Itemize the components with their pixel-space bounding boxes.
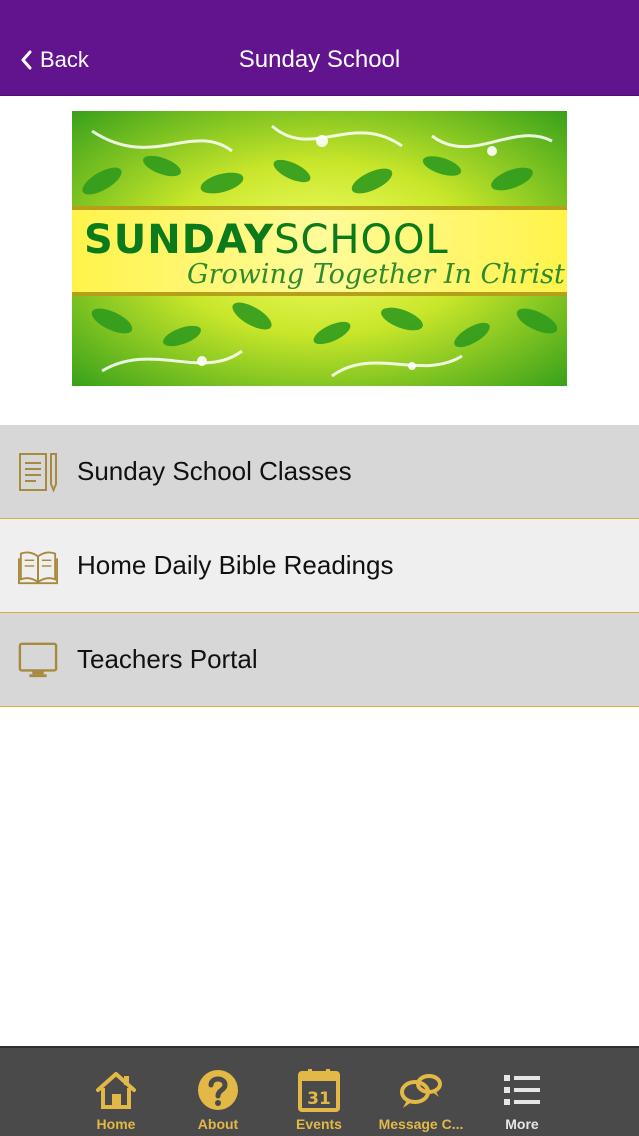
tab-label: Message C... [378,1116,464,1132]
navigation-bar: Back Sunday School [0,0,639,96]
monitor-icon [18,638,58,682]
tab-bar: Home About 31 Events Message C... More [0,1046,639,1136]
tab-message-center[interactable]: Message C... [366,1048,476,1136]
sunday-school-banner: SUNDAYSCHOOL Growing Together In Christ [72,111,567,386]
tab-label: Events [296,1116,342,1132]
tab-about[interactable]: About [163,1048,273,1136]
menu-item-sunday-school-classes[interactable]: Sunday School Classes [0,425,639,519]
menu-item-label: Home Daily Bible Readings [77,550,394,580]
menu-item-teachers-portal[interactable]: Teachers Portal [0,613,639,707]
menu-item-label: Sunday School Classes [77,456,352,486]
tab-label: More [505,1116,539,1132]
chat-bubbles-icon [399,1068,443,1112]
calendar-day: 31 [307,1089,331,1109]
question-icon [197,1068,239,1112]
menu-item-home-daily-bible-readings[interactable]: Home Daily Bible Readings [0,519,639,613]
list-icon [502,1068,542,1112]
page-title: Sunday School [238,46,401,73]
menu-item-label: Teachers Portal [77,644,258,674]
home-icon [94,1068,138,1112]
banner-heading-light: SCHOOL [274,217,449,263]
open-book-icon [18,544,58,588]
tab-home[interactable]: Home [61,1048,171,1136]
banner-tagline: Growing Together In Christ [187,259,565,290]
tab-more[interactable]: More [467,1048,577,1136]
tab-label: About [197,1116,239,1132]
document-pencil-icon [18,450,58,494]
tab-label: Home [96,1116,136,1132]
banner-heading-bold: SUNDAY [84,217,274,263]
svg-text:SUNDAYSCHOOL: SUNDAYSCHOOL [84,217,449,263]
menu-list: Sunday School Classes Home Daily Bible R… [0,425,639,707]
calendar-icon: 31 [298,1068,340,1112]
tab-events[interactable]: 31 Events [264,1048,374,1136]
